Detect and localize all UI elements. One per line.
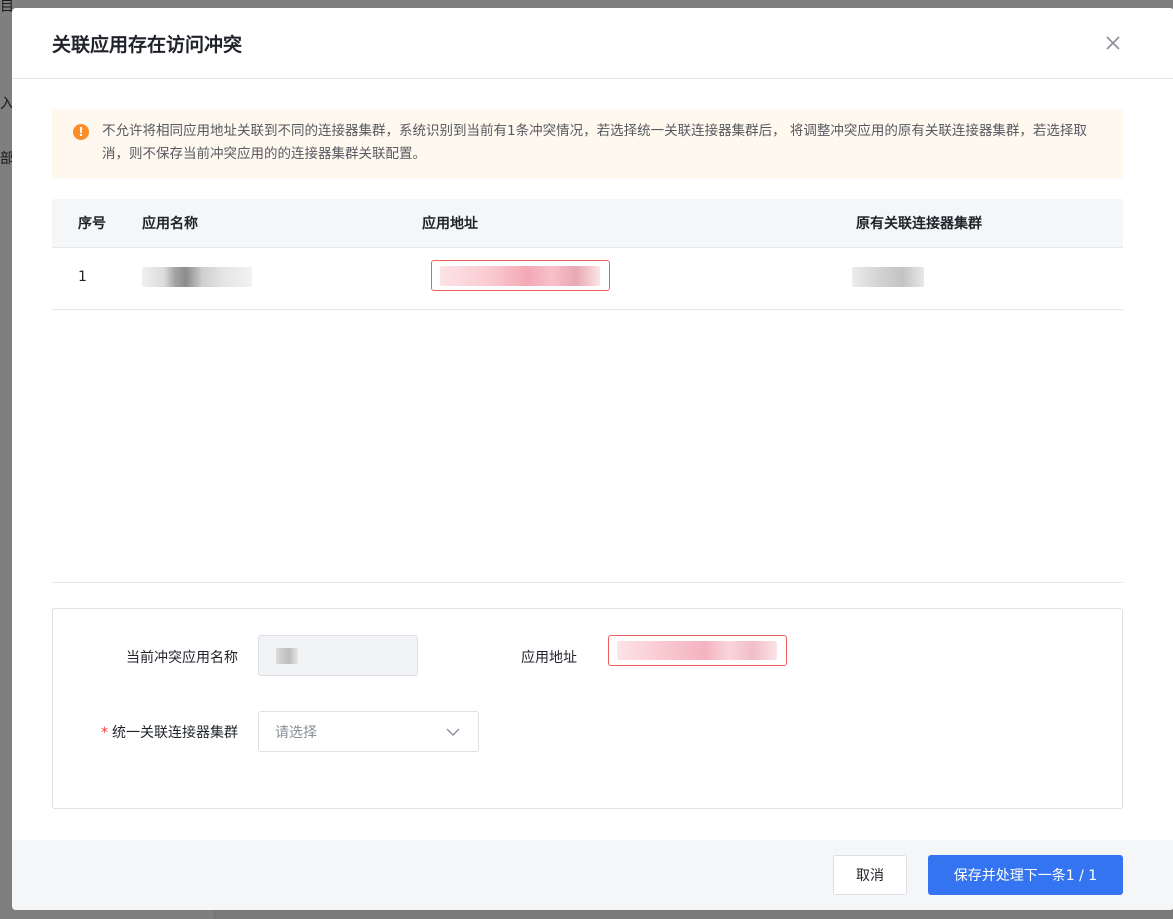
warning-icon: !: [73, 124, 89, 140]
unified-cluster-label: * 统一关联连接器集群: [83, 722, 238, 742]
close-icon[interactable]: [1102, 32, 1124, 54]
table-row: 1: [52, 248, 1123, 310]
current-app-name-input: [258, 635, 418, 676]
column-header-index: 序号: [78, 216, 106, 232]
warning-alert: ! 不允许将相同应用地址关联到不同的连接器集群，系统识别到当前有1条冲突情况，若…: [52, 109, 1123, 178]
row-index: 1: [78, 269, 87, 285]
column-header-original-cluster: 原有关联连接器集群: [856, 216, 982, 232]
redacted-current-app-address: [608, 635, 787, 666]
redaction-mask: [440, 266, 600, 286]
alert-message: 不允许将相同应用地址关联到不同的连接器集群，系统识别到当前有1条冲突情况，若选择…: [102, 123, 1087, 162]
table-header: 序号 应用名称 应用地址 原有关联连接器集群: [52, 199, 1123, 248]
dialog-footer: 取消 保存并处理下一条1 / 1: [12, 840, 1173, 910]
section-divider: [52, 582, 1123, 583]
dialog-header: 关联应用存在访问冲突: [12, 8, 1173, 79]
required-mark: *: [101, 725, 108, 741]
app-address-label: 应用地址: [521, 650, 577, 666]
redaction-mask: [276, 648, 298, 664]
conflict-table: 序号 应用名称 应用地址 原有关联连接器集群 1: [52, 199, 1123, 310]
resolution-form: 当前冲突应用名称 应用地址 * 统一关联连接器集群 请选择: [52, 608, 1123, 809]
redaction-mask: [617, 641, 777, 660]
column-header-app-address: 应用地址: [422, 216, 478, 232]
save-and-next-button[interactable]: 保存并处理下一条1 / 1: [928, 855, 1123, 895]
chevron-down-icon: [446, 728, 460, 736]
cancel-button[interactable]: 取消: [833, 855, 907, 895]
redacted-app-name: [142, 267, 252, 287]
redacted-app-address: [431, 260, 610, 291]
column-header-app-name: 应用名称: [142, 216, 198, 232]
current-app-name-label: 当前冲突应用名称: [126, 650, 238, 666]
conflict-dialog: 关联应用存在访问冲突 ! 不允许将相同应用地址关联到不同的连接器集群，系统识别到…: [12, 8, 1173, 910]
unified-cluster-label-text: 统一关联连接器集群: [112, 725, 238, 741]
cluster-select-placeholder: 请选择: [275, 725, 317, 741]
cluster-select[interactable]: 请选择: [258, 711, 479, 752]
redacted-original-cluster: [852, 267, 924, 287]
dialog-title: 关联应用存在访问冲突: [52, 34, 243, 56]
